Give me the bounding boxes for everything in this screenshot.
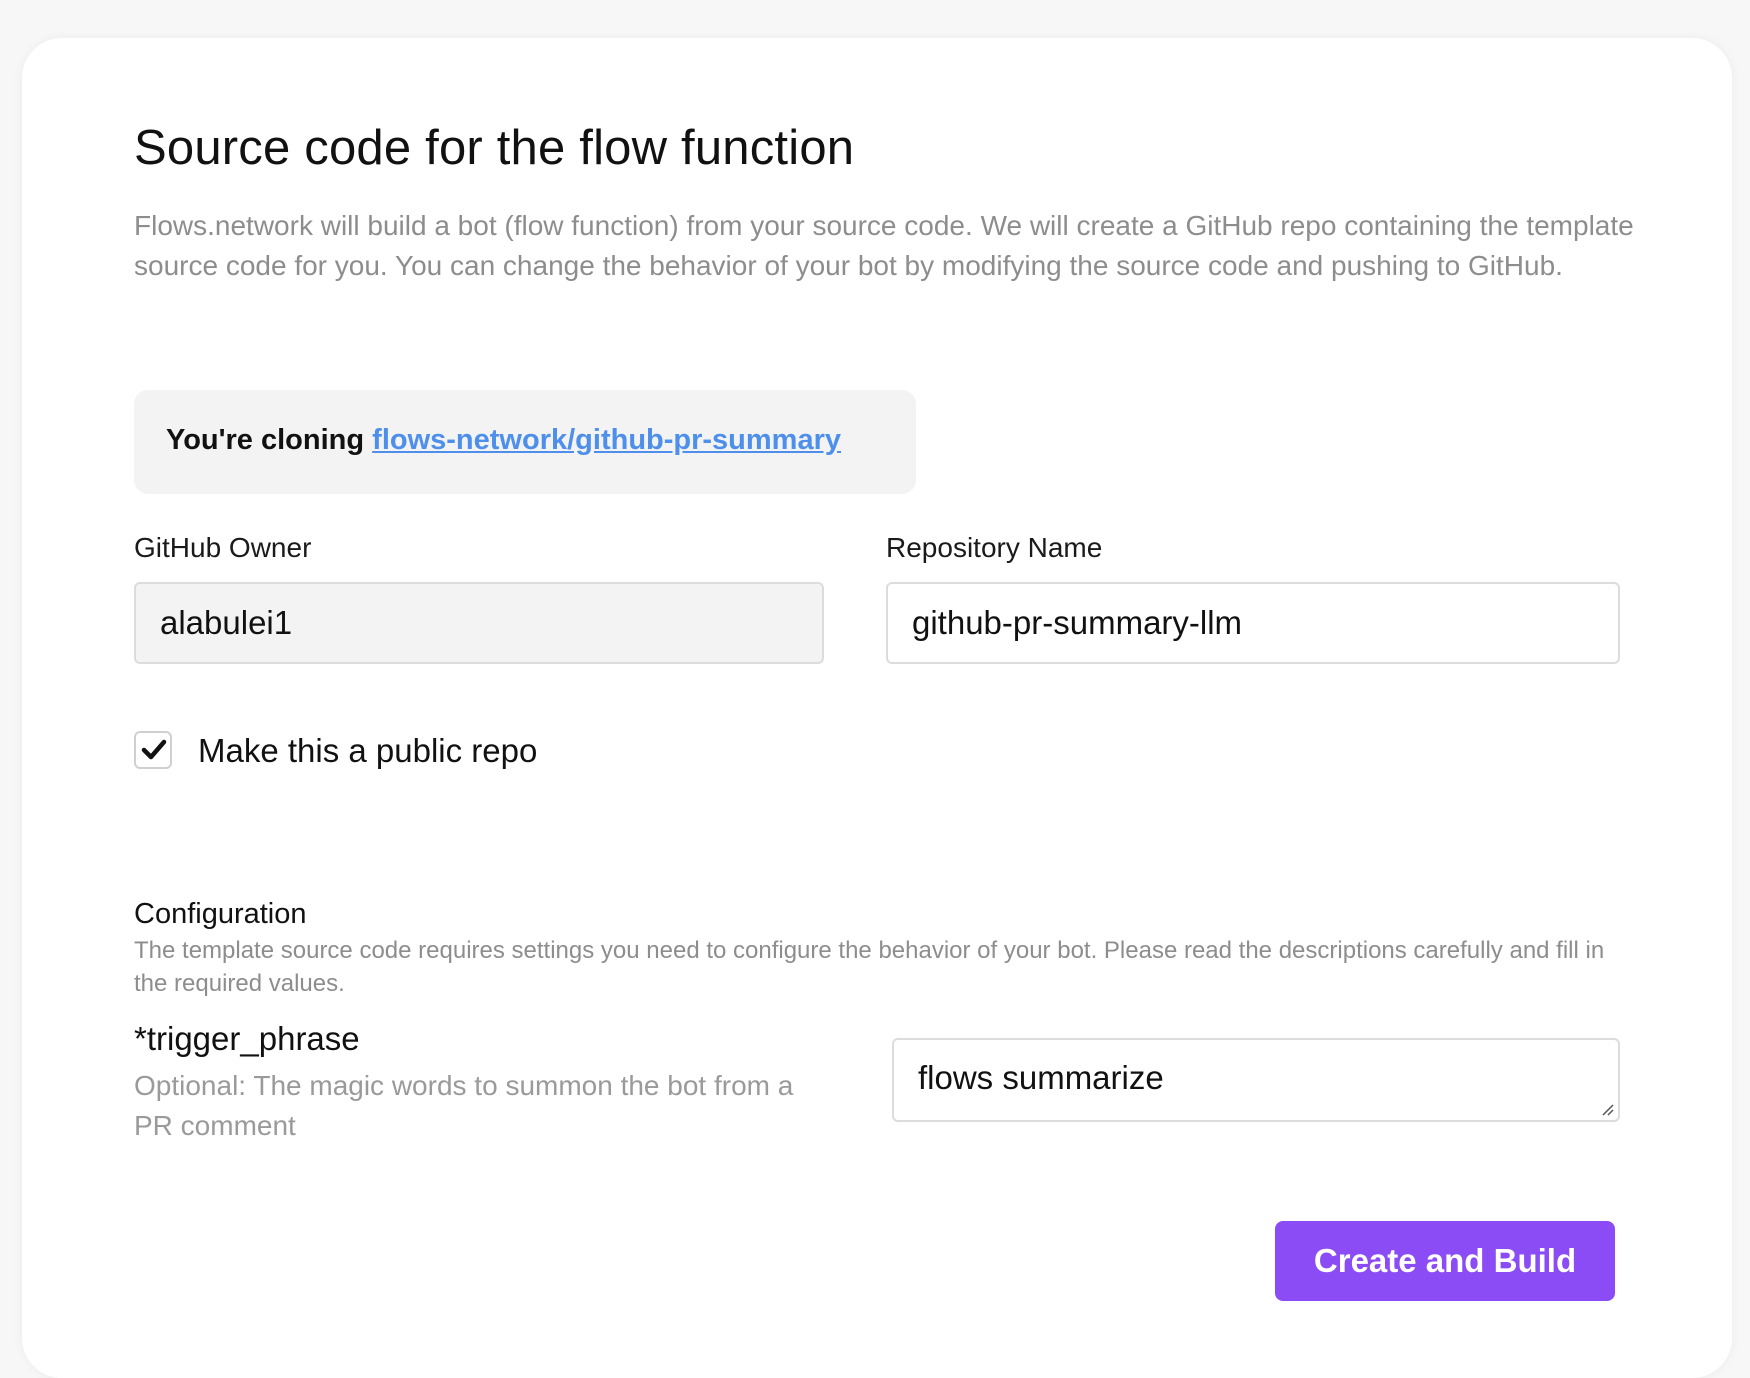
main-card: Source code for the flow function Flows.…: [22, 38, 1732, 1378]
public-repo-label[interactable]: Make this a public repo: [198, 732, 537, 770]
repository-name-input[interactable]: github-pr-summary-llm: [886, 582, 1620, 664]
configuration-title: Configuration: [134, 898, 307, 930]
template-repo-link[interactable]: flows-network/github-pr-summary: [372, 424, 841, 456]
clone-info-text: You're cloning flows-network/github-pr-s…: [166, 424, 841, 457]
page-description: Flows.network will build a bot (flow fun…: [134, 210, 1634, 281]
configuration-description: The template source code requires settin…: [134, 937, 1605, 997]
clone-info-box: You're cloning flows-network/github-pr-s…: [134, 390, 916, 494]
page-title: Source code for the flow function: [134, 121, 855, 175]
github-owner-input[interactable]: alabulei1: [134, 582, 824, 664]
clone-prefix: You're cloning: [166, 424, 373, 456]
trigger-phrase-description: Optional: The magic words to summon the …: [134, 1070, 794, 1141]
repository-name-label: Repository Name: [886, 532, 1103, 563]
github-owner-label: GitHub Owner: [134, 532, 312, 563]
checkmark-icon: [141, 739, 167, 760]
public-repo-checkbox[interactable]: [134, 731, 172, 769]
trigger-phrase-label: *trigger_phrase: [134, 1020, 360, 1057]
trigger-phrase-textarea[interactable]: flows summarize: [892, 1038, 1620, 1122]
resize-handle-icon[interactable]: [1600, 1102, 1614, 1116]
create-and-build-button[interactable]: Create and Build: [1275, 1221, 1615, 1301]
trigger-phrase-value: flows summarize: [918, 1059, 1164, 1096]
